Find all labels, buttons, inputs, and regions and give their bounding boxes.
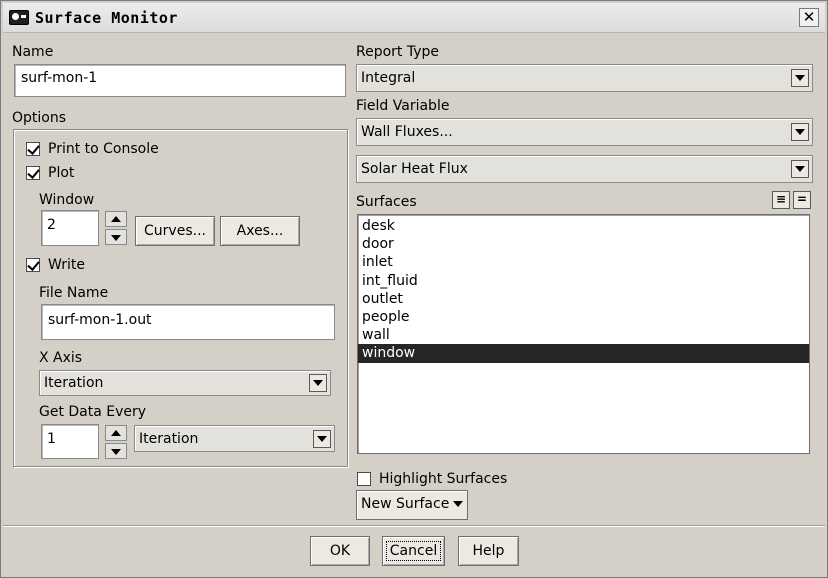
get-data-every-unit-value: Iteration — [139, 430, 199, 447]
footer-separator — [3, 525, 825, 527]
x-axis-value: Iteration — [44, 375, 104, 391]
window-spin-input[interactable]: 2 — [41, 210, 99, 246]
chevron-down-icon[interactable] — [791, 160, 809, 178]
highlight-surfaces-checkbox[interactable]: Highlight Surfaces — [357, 471, 507, 487]
write-checkbox[interactable]: Write — [26, 257, 85, 273]
new-surface-button[interactable]: New Surface — [356, 490, 469, 520]
plot-checkbox[interactable]: Plot — [26, 165, 74, 181]
get-data-spin-up-icon[interactable] — [105, 425, 127, 441]
window-spin-down-icon[interactable] — [105, 229, 127, 245]
new-surface-label: New Surface — [361, 496, 450, 512]
ok-button[interactable]: OK — [310, 536, 370, 566]
highlight-surfaces-label: Highlight Surfaces — [379, 471, 508, 487]
list-item[interactable]: wall — [358, 326, 809, 344]
chevron-down-icon[interactable] — [313, 429, 331, 448]
plot-label: Plot — [48, 165, 75, 181]
window-spin-up-icon[interactable] — [105, 211, 127, 227]
title-bar[interactable]: Surface Monitor ✕ — [3, 3, 825, 33]
list-item[interactable]: inlet — [358, 253, 809, 271]
chevron-down-icon[interactable] — [791, 123, 809, 141]
window-spinner — [105, 211, 127, 245]
field-variable-label: Field Variable — [356, 98, 450, 114]
file-name-label: File Name — [39, 285, 109, 301]
surfaces-label: Surfaces — [356, 194, 417, 210]
surface-monitor-dialog: Surface Monitor ✕ Name surf-mon-1 Option… — [0, 0, 828, 578]
curves-button[interactable]: Curves... — [135, 216, 215, 246]
x-axis-dropdown[interactable]: Iteration — [39, 370, 331, 396]
list-item[interactable]: int_fluid — [358, 272, 809, 290]
chevron-down-icon[interactable] — [309, 374, 327, 392]
list-item[interactable]: desk — [358, 217, 809, 235]
chevron-down-icon[interactable] — [791, 69, 809, 87]
get-data-every-label: Get Data Every — [39, 404, 147, 420]
get-data-every-input[interactable]: 1 — [41, 424, 99, 459]
window-title: Surface Monitor — [35, 9, 178, 27]
get-data-spin-down-icon[interactable] — [105, 443, 127, 459]
deselect-all-icon[interactable]: = — [793, 191, 811, 209]
list-item[interactable]: door — [358, 235, 809, 253]
select-all-icon[interactable]: ≡ — [772, 191, 790, 209]
list-item[interactable]: people — [358, 308, 809, 326]
write-label: Write — [48, 257, 85, 273]
field-variable-category-value: Wall Fluxes... — [361, 124, 453, 140]
cancel-button[interactable]: Cancel — [382, 536, 445, 566]
plot-box[interactable] — [26, 166, 40, 180]
field-variable-category-dropdown[interactable]: Wall Fluxes... — [356, 118, 813, 146]
print-to-console-box[interactable] — [26, 142, 40, 156]
options-label: Options — [12, 110, 67, 126]
highlight-surfaces-box[interactable] — [357, 472, 371, 486]
print-to-console-checkbox[interactable]: Print to Console — [26, 141, 159, 157]
field-variable-dropdown[interactable]: Solar Heat Flux — [356, 155, 813, 183]
x-axis-label: X Axis — [39, 350, 83, 366]
surfaces-list[interactable]: desk door inlet int_fluid outlet people wall wi… — [357, 214, 810, 454]
help-button[interactable]: Help — [458, 536, 519, 566]
caret-down-icon — [453, 501, 464, 507]
name-label: Name — [12, 44, 54, 60]
list-item[interactable]: window — [358, 344, 809, 363]
report-type-value: Integral — [361, 70, 416, 86]
get-data-every-spinner — [105, 425, 127, 459]
file-name-input[interactable]: surf-mon-1.out — [41, 304, 335, 340]
axes-button[interactable]: Axes... — [220, 216, 300, 246]
field-variable-value: Solar Heat Flux — [361, 161, 468, 177]
print-to-console-label: Print to Console — [48, 141, 159, 157]
window-label: Window — [39, 192, 95, 208]
report-type-dropdown[interactable]: Integral — [356, 64, 813, 92]
close-icon[interactable]: ✕ — [799, 8, 819, 27]
name-input[interactable]: surf-mon-1 — [14, 64, 346, 97]
write-box[interactable] — [26, 258, 40, 272]
app-icon — [9, 10, 29, 25]
list-item[interactable]: outlet — [358, 290, 809, 308]
get-data-every-unit-dropdown[interactable]: Iteration — [134, 425, 335, 452]
report-type-label: Report Type — [356, 44, 440, 60]
